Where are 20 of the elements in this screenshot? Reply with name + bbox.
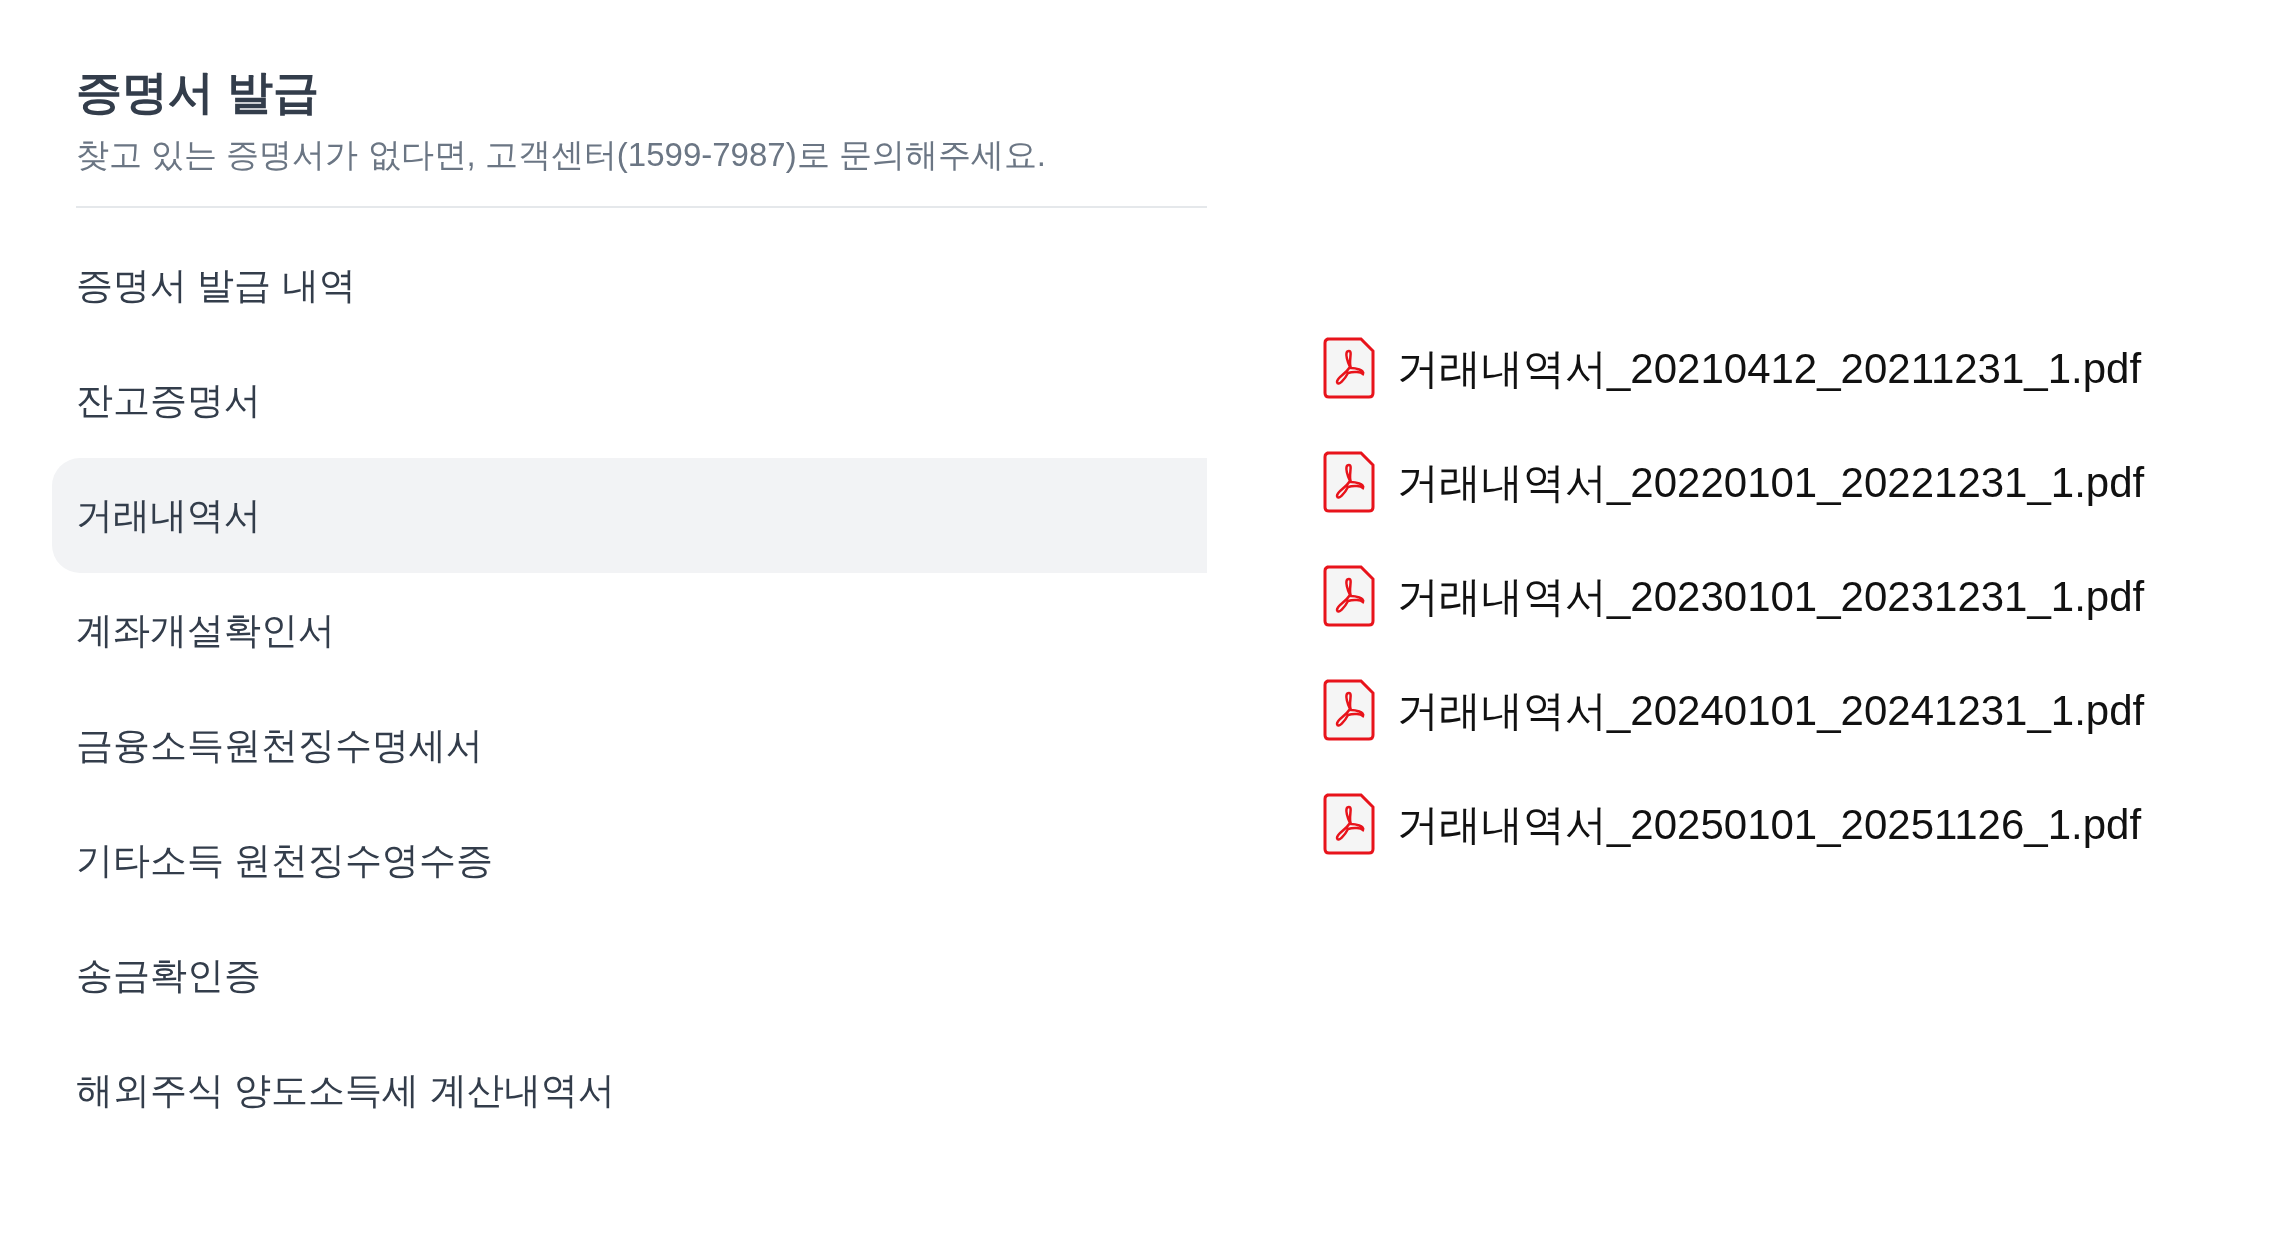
- file-link[interactable]: 거래내역서_20220101_20221231_1.pdf: [1397, 450, 2145, 514]
- pdf-file-icon: [1323, 337, 1375, 399]
- menu-item[interactable]: 해외주식 양도소득세 계산내역서: [52, 1033, 1207, 1148]
- page-subtitle: 찾고 있는 증명서가 없다면, 고객센터(1599-7987)로 문의해주세요.: [76, 135, 1047, 175]
- menu-item[interactable]: 잔고증명서: [52, 343, 1207, 458]
- menu-item[interactable]: 거래내역서: [52, 458, 1207, 573]
- menu-item[interactable]: 금융소득원천징수명세서: [52, 688, 1207, 803]
- file-link[interactable]: 거래내역서_20250101_20251126_1.pdf: [1397, 792, 2142, 856]
- pdf-file-icon: [1323, 451, 1375, 513]
- menu-item[interactable]: 계좌개설확인서: [52, 573, 1207, 688]
- file-link[interactable]: 거래내역서_20240101_20241231_1.pdf: [1397, 678, 2145, 742]
- file-link[interactable]: 거래내역서_20230101_20231231_1.pdf: [1397, 564, 2145, 628]
- pdf-file-icon: [1323, 793, 1375, 855]
- menu-item[interactable]: 기타소득 원천징수영수증: [52, 803, 1207, 918]
- page-title: 증명서 발급: [76, 65, 320, 120]
- file-link[interactable]: 거래내역서_20210412_20211231_1.pdf: [1397, 336, 2142, 400]
- pdf-file-icon: [1323, 565, 1375, 627]
- pdf-file-icon: [1323, 679, 1375, 741]
- menu-item[interactable]: 송금확인증: [52, 918, 1207, 1033]
- menu-item[interactable]: 증명서 발급 내역: [52, 228, 1207, 343]
